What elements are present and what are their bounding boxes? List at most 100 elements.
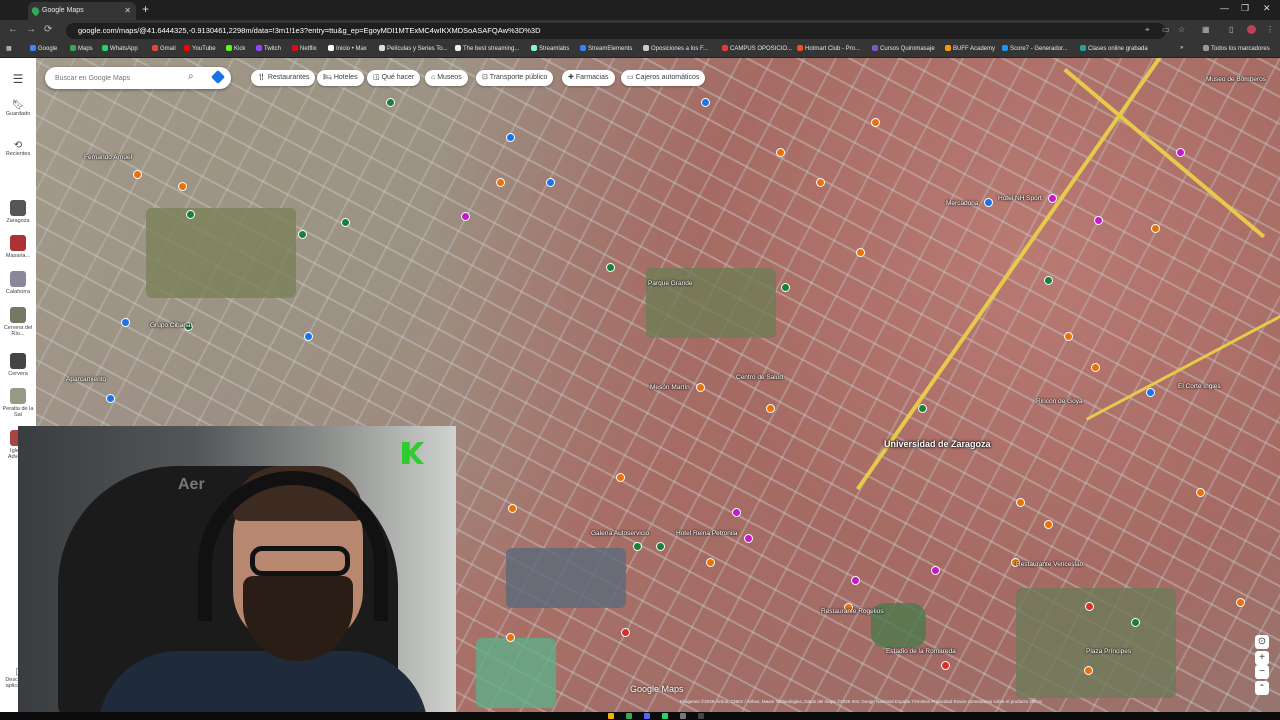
tab-google-maps[interactable]: Google Maps ✕ [28,2,136,20]
bookmark-item[interactable]: Streamlabs [531,45,569,52]
map-pin[interactable] [1131,618,1140,627]
recent-place-item[interactable]: Cervera del Río... [0,307,36,337]
map-pin[interactable] [1196,488,1205,497]
app-icon[interactable] [680,713,686,719]
chip-atms[interactable]: ▭ Cajeros automáticos [621,70,706,86]
recent-place-item[interactable]: Zaragoza [0,200,36,224]
address-bar[interactable]: google.com/maps/@41.6444325,-0.9130461,2… [66,23,1166,39]
bookmark-item[interactable]: Kick [226,45,245,52]
chip-hotels[interactable]: 🛏︎ Hoteles [317,70,364,86]
whatsapp-icon[interactable] [662,713,668,719]
sidepanel-icon[interactable]: ▯ [1229,25,1238,34]
new-tab-icon[interactable]: + [142,2,149,16]
bookmark-item[interactable]: Twitch [256,45,281,52]
back-icon[interactable]: ← [8,24,18,35]
search-input[interactable] [55,71,175,85]
bookmark-item[interactable]: Inicio • Max [328,45,367,52]
map-pin[interactable] [1085,602,1094,611]
map-pin[interactable] [133,170,142,179]
bookmarks-overflow-icon[interactable]: » [1180,45,1183,51]
chip-things-to-do[interactable]: ◫ Qué hacer [367,70,421,86]
map-pin[interactable] [546,178,555,187]
bookmark-item[interactable]: StreamElements [580,45,632,52]
directions-icon[interactable] [210,69,226,85]
map-pin[interactable] [1091,363,1100,372]
map-pin[interactable] [508,504,517,513]
close-tab-icon[interactable]: ✕ [124,2,131,20]
map-pin[interactable] [186,210,195,219]
chip-transit[interactable]: ⊡ Transporte público [476,70,554,86]
close-window-icon[interactable]: ✕ [1263,3,1271,14]
map-pin[interactable] [1016,498,1025,507]
map-pin[interactable] [696,383,705,392]
reload-icon[interactable]: ⟳ [44,24,52,35]
map-pin[interactable] [506,633,515,642]
bookmark-item[interactable]: Google [30,45,57,52]
map-pin[interactable] [341,218,350,227]
bookmark-item[interactable]: Clases online grabada [1080,45,1148,52]
search-icon[interactable]: ⌕ [188,71,194,82]
map-pin[interactable] [744,534,753,543]
recent-place-item[interactable]: Masaria... [0,235,36,259]
profile-avatar[interactable] [1247,25,1256,34]
hamburger-menu-icon[interactable]: ☰ [0,72,36,86]
map-pin[interactable] [1176,148,1185,157]
chip-restaurants[interactable]: 🍴︎ Restaurantes [251,70,316,86]
extensions-icon[interactable]: ▦ [1202,25,1211,34]
map-pin[interactable] [606,263,615,272]
map-pin[interactable] [1044,276,1053,285]
map-pin[interactable] [1044,520,1053,529]
map-pin[interactable] [1236,598,1245,607]
map-pin[interactable] [856,248,865,257]
zoom-in-button[interactable]: + [1255,651,1269,665]
map-pin[interactable] [121,318,130,327]
bookmark-item[interactable]: WhatsApp [102,45,138,52]
map-pin[interactable] [941,661,950,670]
map-pin[interactable] [931,566,940,575]
map-pin[interactable] [781,283,790,292]
map-pin[interactable] [732,508,741,517]
map-pin[interactable] [766,404,775,413]
recent-place-item[interactable]: Cervera [0,353,36,377]
map-pin[interactable] [656,542,665,551]
zoom-out-button[interactable]: − [1255,665,1269,679]
all-bookmarks-folder[interactable]: Todos los marcadores [1203,45,1270,52]
bookmark-item[interactable]: Netflix [292,45,317,52]
map-pin[interactable] [304,332,313,341]
chip-pharmacies[interactable]: ✚ Farmacias [562,70,615,86]
bookmark-item[interactable]: BUFF Academy [945,45,995,52]
bookmark-item[interactable]: Maps [70,45,93,52]
map-pin[interactable] [298,230,307,239]
map-pin[interactable] [621,628,630,637]
map-pin[interactable] [506,133,515,142]
bookmark-item[interactable]: Películas y Series To... [379,45,448,52]
app-icon[interactable] [698,713,704,719]
my-location-icon[interactable]: ⊙ [1255,635,1269,649]
bookmark-item[interactable]: YouTube [184,45,216,52]
recent-place-item[interactable]: Calahorra [0,271,36,295]
bookmark-item[interactable]: Oposiciones a los F... [643,45,708,52]
map-pin[interactable] [776,148,785,157]
map-pin[interactable] [106,394,115,403]
bookmark-item[interactable]: CAMPUS OPOSICIO... [722,45,792,52]
discord-icon[interactable] [644,713,650,719]
recent-button[interactable]: ⟲ Recientes [0,140,36,157]
map-pin[interactable] [851,576,860,585]
map-pin[interactable] [496,178,505,187]
chip-museums[interactable]: ⌂ Museos [425,70,468,86]
location-icon[interactable]: ⌖ [1145,25,1154,34]
apps-grid-icon[interactable]: ▦ [6,45,12,52]
menu-kebab-icon[interactable]: ⋮ [1266,25,1275,34]
bookmark-item[interactable]: Gmail [152,45,176,52]
bookmark-item[interactable]: Hotmart Club - Pro... [797,45,860,52]
saved-button[interactable]: 🔖︎ Guardado [0,100,36,117]
map-pin[interactable] [1064,332,1073,341]
map-pin[interactable] [386,98,395,107]
map-pin[interactable] [461,212,470,221]
bookmark-item[interactable]: Cursos Quiromasaje [872,45,935,52]
map-pin[interactable] [178,182,187,191]
cast-icon[interactable]: ▭ [1162,25,1171,34]
bookmark-star-icon[interactable]: ☆ [1178,25,1187,34]
forward-icon[interactable]: → [26,24,36,35]
map-pin[interactable] [816,178,825,187]
